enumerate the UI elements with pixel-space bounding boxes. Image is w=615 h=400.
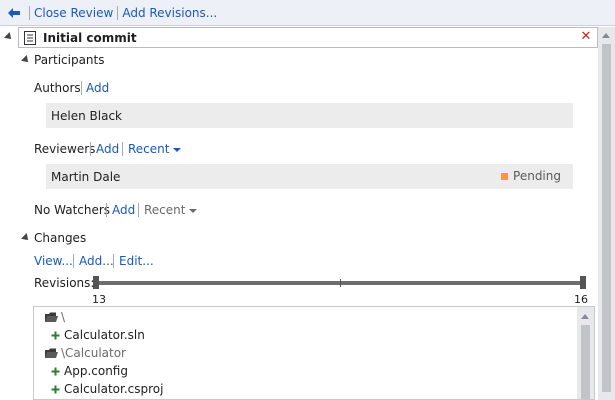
changed-files-list: \ Calculator.sln \Calculator App.config … [33, 306, 595, 400]
back-arrow-icon[interactable] [3, 2, 25, 24]
collapse-triangle-icon[interactable] [4, 32, 14, 42]
revisions-slider-start-handle[interactable] [93, 276, 99, 289]
reviewers-label: Reviewers [34, 142, 96, 156]
files-scroll-up-arrow-icon[interactable] [581, 314, 589, 319]
participants-heading: Participants [34, 53, 105, 67]
recent-label: Recent [128, 142, 170, 156]
document-icon [24, 30, 36, 45]
file-item[interactable]: Calculator.csproj [51, 382, 163, 396]
file-item[interactable]: App.config [51, 364, 128, 378]
added-plus-icon [51, 385, 60, 393]
close-review-button[interactable]: Close Review [34, 6, 113, 20]
revision-min-label: 13 [92, 293, 106, 306]
files-scrollbar-thumb[interactable] [581, 325, 590, 399]
file-label: Calculator.sln [64, 328, 145, 342]
add-changes-button[interactable]: Add... [79, 254, 114, 268]
revision-max-label: 16 [574, 293, 588, 306]
recent-watchers-dropdown[interactable]: Recent [144, 203, 198, 217]
separator [113, 254, 114, 268]
folder-icon [45, 312, 58, 322]
folder-item[interactable]: \ [44, 310, 65, 324]
separator [73, 254, 74, 268]
watchers-label: No Watchers [34, 203, 111, 217]
edit-changes-button[interactable]: Edit... [119, 254, 154, 268]
author-entry[interactable]: Helen Black [46, 103, 573, 128]
reviewer-status: Pending [513, 169, 561, 183]
file-label: Calculator.csproj [64, 382, 164, 396]
folder-label: \Calculator [61, 346, 126, 360]
authors-label: Authors [34, 81, 81, 95]
review-title-box: Initial commit ✕ [18, 27, 598, 48]
reviewer-entry[interactable]: Martin Dale Pending [46, 164, 573, 189]
chevron-down-icon [189, 208, 198, 213]
separator [106, 203, 107, 217]
participants-collapse-icon[interactable] [21, 55, 31, 65]
separator [138, 203, 139, 217]
separator [122, 142, 123, 156]
review-title: Initial commit [43, 30, 137, 45]
separator [81, 81, 82, 95]
folder-label: \ [61, 310, 66, 324]
reviewer-status-badge: Pending [501, 169, 561, 183]
view-changes-button[interactable]: View... [34, 254, 73, 268]
add-revisions-button[interactable]: Add Revisions... [122, 6, 217, 20]
recent-label: Recent [144, 203, 186, 217]
folder-icon [45, 348, 58, 358]
changes-heading: Changes [34, 231, 87, 245]
toolbar-separator [29, 5, 30, 20]
scroll-up-arrow-icon[interactable] [602, 33, 610, 38]
added-plus-icon [51, 331, 60, 339]
toolbar-separator [117, 5, 119, 20]
folder-item[interactable]: \Calculator [44, 346, 126, 360]
recent-reviewers-dropdown[interactable]: Recent [128, 142, 182, 156]
added-plus-icon [51, 367, 60, 375]
separator [90, 142, 91, 156]
file-label: App.config [64, 364, 128, 378]
reviewer-name: Martin Dale [51, 169, 121, 184]
revisions-label: Revisions: [34, 276, 95, 290]
file-item[interactable]: Calculator.sln [51, 328, 145, 342]
review-toolbar: Close Review Add Revisions... [0, 0, 615, 26]
review-title-row: Initial commit ✕ [0, 27, 598, 48]
revisions-slider-tick [340, 279, 341, 287]
add-watcher-button[interactable]: Add [112, 203, 135, 217]
add-author-button[interactable]: Add [86, 81, 109, 95]
changes-collapse-icon[interactable] [21, 233, 31, 243]
pending-status-icon [501, 172, 509, 180]
author-name: Helen Black [51, 108, 123, 123]
add-reviewer-button[interactable]: Add [96, 142, 119, 156]
chevron-down-icon [173, 147, 182, 152]
close-x-icon[interactable]: ✕ [579, 30, 593, 44]
main-scrollbar-thumb[interactable] [602, 44, 611, 392]
revisions-slider-end-handle[interactable] [580, 276, 586, 289]
